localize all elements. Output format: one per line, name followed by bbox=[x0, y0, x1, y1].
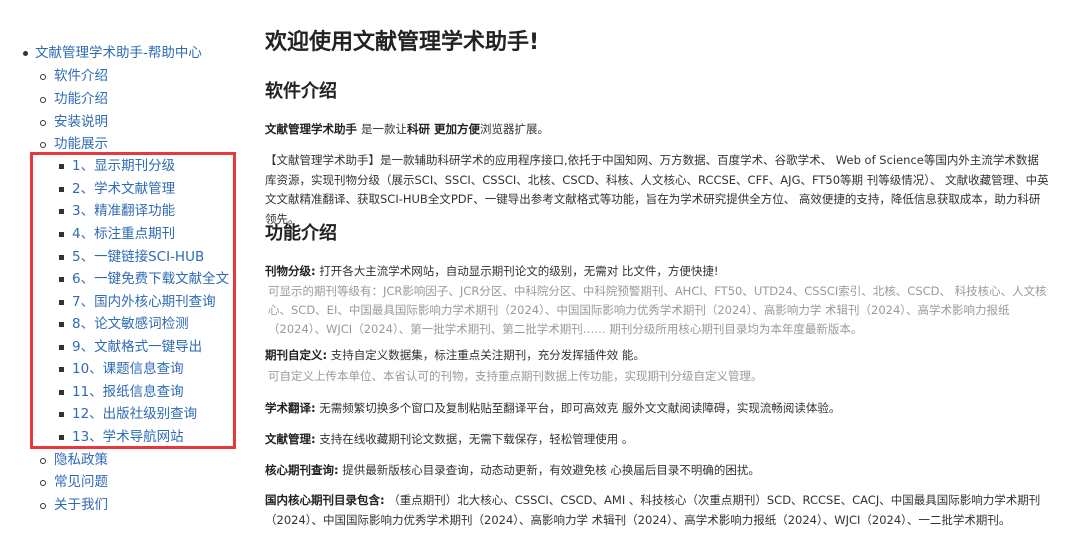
square-bullet-icon bbox=[59, 345, 64, 350]
circle-bullet-icon bbox=[40, 142, 46, 148]
feature-text: 打开各大主流学术网站，自动显示期刊论文的级别，无需对 比文件，方便快捷! bbox=[315, 264, 719, 278]
tagline: 文献管理学术助手 是一款让科研 更加方便浏览器扩展。 bbox=[265, 120, 1050, 140]
toc-subitem-core-journal-query[interactable]: 7、国内外核心期刊查询 bbox=[72, 293, 216, 311]
feature-label: 学术翻译: bbox=[265, 401, 316, 415]
square-bullet-icon bbox=[59, 209, 64, 214]
feature-core-directory: 国内核心期刊目录包含: （重点期刊）北大核心、CSSCI、CSCD、AMI 、科… bbox=[265, 491, 1050, 530]
feature-label: 刊物分级: bbox=[265, 264, 316, 278]
toc-subitem-academic-nav[interactable]: 13、学术导航网站 bbox=[72, 428, 184, 446]
feature-literature-management: 文献管理: 支持在线收藏期刊论文数据，无需下载保存，轻松管理使用 。 bbox=[265, 430, 1050, 450]
toc-subitem-newspaper-query[interactable]: 11、报纸信息查询 bbox=[72, 383, 184, 401]
tagline-mid: 是一款让 bbox=[361, 122, 408, 136]
feature-text: 支持在线收藏期刊论文数据，无需下载保存，轻松管理使用 。 bbox=[315, 432, 634, 446]
section-heading-software-intro: 软件介绍 bbox=[265, 81, 337, 102]
toc-subitem-sensitive-words[interactable]: 8、论文敏感词检测 bbox=[72, 315, 189, 333]
square-bullet-icon bbox=[59, 367, 64, 372]
feature-label: 国内核心期刊目录包含: bbox=[265, 493, 385, 507]
toc-item-feature-demo[interactable]: 功能展示 bbox=[54, 135, 108, 153]
toc-subitem-translation[interactable]: 3、精准翻译功能 bbox=[72, 202, 175, 220]
toc-subitem-journal-grading[interactable]: 1、显示期刊分级 bbox=[72, 157, 175, 175]
section-heading-feature-intro: 功能介绍 bbox=[265, 223, 337, 244]
feature-journal-custom: 期刊自定义: 支持自定义数据集，标注重点关注期刊，充分发挥插件效 能。 bbox=[265, 346, 1050, 366]
tagline-product-name: 文献管理学术助手 bbox=[265, 122, 362, 136]
feature-label: 核心期刊查询: bbox=[265, 463, 339, 477]
feature-journal-custom-detail: 可自定义上传本单位、本省认可的刊物，支持重点期刊数据上传功能，实现期刊分级自定义… bbox=[268, 369, 763, 383]
feature-core-journal-query: 核心期刊查询: 提供最新版核心目录查询，动态动更新，有效避免核 心换届后目录不明… bbox=[265, 461, 1050, 481]
circle-bullet-icon bbox=[40, 480, 46, 486]
feature-label: 期刊自定义: bbox=[265, 348, 328, 362]
toc-subitem-literature-management[interactable]: 2、学术文献管理 bbox=[72, 180, 175, 198]
square-bullet-icon bbox=[59, 322, 64, 327]
square-bullet-icon bbox=[59, 435, 64, 440]
square-bullet-icon bbox=[59, 277, 64, 282]
toc-item-faq[interactable]: 常见问题 bbox=[54, 473, 108, 491]
toc-subitem-publisher-level[interactable]: 12、出版社级别查询 bbox=[72, 405, 197, 423]
feature-text: 支持自定义数据集，标注重点关注期刊，充分发挥插件效 能。 bbox=[327, 348, 645, 362]
feature-journal-grading: 刊物分级: 打开各大主流学术网站，自动显示期刊论文的级别，无需对 比文件，方便快… bbox=[265, 262, 1050, 282]
toc-subitem-free-download[interactable]: 6、一键免费下载文献全文 bbox=[72, 270, 229, 288]
feature-label: 文献管理: bbox=[265, 432, 316, 446]
toc-item-feature-intro[interactable]: 功能介绍 bbox=[54, 90, 108, 108]
feature-text: 无需频繁切换多个窗口及复制粘贴至翻译平台，即可高效克 服外文文献阅读障碍，实现流… bbox=[315, 401, 841, 415]
square-bullet-icon bbox=[59, 412, 64, 417]
square-bullet-icon bbox=[59, 390, 64, 395]
toc-item-privacy[interactable]: 隐私政策 bbox=[54, 451, 108, 469]
circle-bullet-icon bbox=[40, 74, 46, 80]
toc-item-about[interactable]: 关于我们 bbox=[54, 496, 108, 514]
disc-bullet-icon bbox=[23, 51, 28, 56]
toc-root-link[interactable]: 文献管理学术助手-帮助中心 bbox=[35, 44, 202, 62]
page-title: 欢迎使用文献管理学术助手! bbox=[265, 30, 540, 55]
toc-subitem-key-journals[interactable]: 4、标注重点期刊 bbox=[72, 225, 175, 243]
circle-bullet-icon bbox=[40, 97, 46, 103]
square-bullet-icon bbox=[59, 255, 64, 260]
circle-bullet-icon bbox=[40, 503, 46, 509]
toc-subitem-scihub-link[interactable]: 5、一键链接SCI-HUB bbox=[72, 248, 204, 266]
square-bullet-icon bbox=[59, 232, 64, 237]
toc-subitem-project-query[interactable]: 10、课题信息查询 bbox=[72, 360, 184, 378]
feature-journal-grading-detail: 可显示的期刊等级有：JCR影响因子、JCR分区、中科院分区、中科院预警期刊、AH… bbox=[268, 284, 1047, 336]
software-description: 【文献管理学术助手】是一款辅助科研学术的应用程序接口,依托于中国知网、万方数据、… bbox=[265, 153, 1049, 226]
feature-text: 提供最新版核心目录查询，动态动更新，有效避免核 心换届后目录不明确的困扰。 bbox=[338, 463, 760, 477]
circle-bullet-icon bbox=[40, 458, 46, 464]
toc-item-install[interactable]: 安装说明 bbox=[54, 113, 108, 131]
toc-subitem-format-export[interactable]: 9、文献格式一键导出 bbox=[72, 338, 202, 356]
square-bullet-icon bbox=[59, 187, 64, 192]
feature-translation: 学术翻译: 无需频繁切换多个窗口及复制粘贴至翻译平台，即可高效克 服外文文献阅读… bbox=[265, 399, 1050, 419]
tagline-emphasis: 科研 更加方便 bbox=[407, 122, 481, 136]
tagline-end: 浏览器扩展。 bbox=[480, 122, 550, 136]
square-bullet-icon bbox=[59, 164, 64, 169]
circle-bullet-icon bbox=[40, 120, 46, 126]
square-bullet-icon bbox=[59, 300, 64, 305]
toc-item-software-intro[interactable]: 软件介绍 bbox=[54, 67, 108, 85]
